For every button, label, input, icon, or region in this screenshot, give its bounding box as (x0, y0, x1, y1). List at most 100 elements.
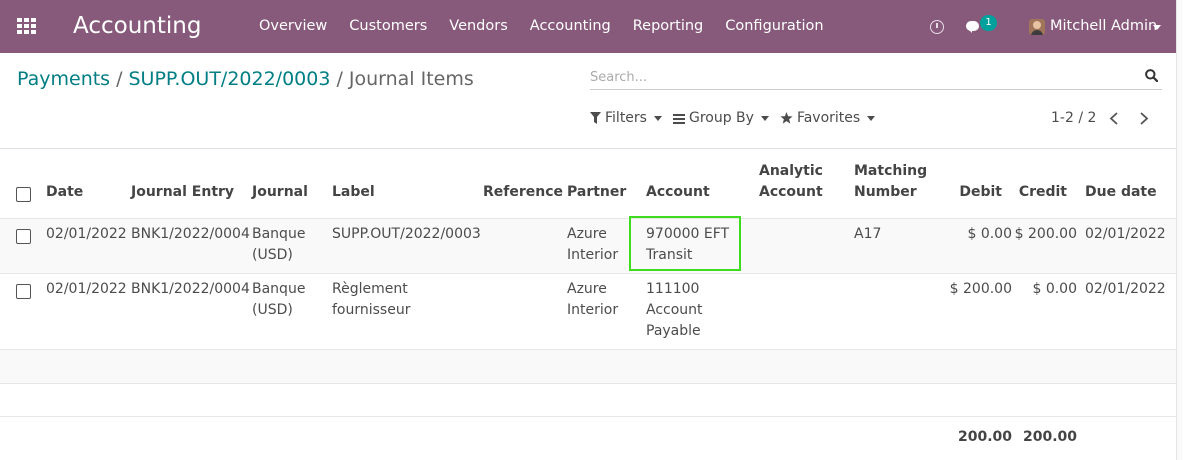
group-by-caret-icon (760, 115, 769, 121)
search-options: Filters Group By Favorites (590, 110, 886, 126)
cell-label-line1: SUPP.OUT/2022/0003 (332, 226, 481, 242)
search-input[interactable] (590, 67, 1130, 87)
cell-label: SUPP.OUT/2022/0003 (332, 224, 481, 245)
cell-account: 111100 Account Payable (646, 279, 703, 342)
cell-label-line2: fournisseur (332, 302, 411, 318)
search-bar (590, 63, 1162, 90)
cell-date: 02/01/2022 (46, 226, 127, 242)
column-matching-number[interactable]: Matching Number (854, 161, 927, 203)
cell-due-date: 02/01/2022 (1085, 226, 1166, 242)
column-debit[interactable]: Debit (940, 182, 1002, 203)
cell-account-line1: 111100 (646, 281, 700, 297)
pager-next-icon[interactable] (1138, 111, 1150, 126)
cell-due-date: 02/01/2022 (1085, 281, 1166, 297)
star-icon (780, 112, 793, 124)
cell-partner-line2: Interior (567, 302, 619, 318)
cell-partner-line2: Interior (567, 247, 619, 263)
favorites-caret-icon (867, 115, 876, 121)
cell-journal-line1: Banque (252, 281, 306, 297)
cell-journal-line2: (USD) (252, 302, 293, 318)
cell-partner-line1: Azure (567, 226, 607, 242)
column-matching-line2: Number (854, 184, 917, 200)
filters-button[interactable]: Filters (590, 110, 662, 126)
search-icon[interactable] (1145, 69, 1158, 82)
cell-journal-line1: Banque (252, 226, 306, 242)
table-header: Date Journal Entry Journal Label Referen… (0, 149, 1176, 219)
account-highlight-box (629, 216, 741, 271)
column-journal-entry[interactable]: Journal Entry (131, 182, 234, 203)
cell-journal-line2: (USD) (252, 247, 293, 263)
menu-reporting[interactable]: Reporting (633, 18, 704, 34)
row-checkbox[interactable] (16, 284, 31, 299)
chat-icon[interactable] (966, 21, 979, 33)
breadcrumb-separator: / (336, 68, 343, 90)
group-by-label: Group By (688, 110, 754, 126)
cell-credit: $ 0.00 (1032, 281, 1077, 297)
chat-badge: 1 (980, 15, 997, 31)
cell-label-line1: Règlement (332, 281, 408, 297)
breadcrumb-current: Journal Items (348, 68, 474, 90)
favorites-label: Favorites (796, 110, 861, 126)
filters-caret-icon (653, 115, 662, 121)
filters-label: Filters (605, 110, 647, 126)
empty-row (0, 350, 1176, 384)
column-analytic-line2: Account (759, 184, 823, 200)
cell-date: 02/01/2022 (46, 281, 127, 297)
user-menu[interactable]: Mitchell Admin (1050, 18, 1157, 34)
pager-previous-icon[interactable] (1108, 111, 1120, 126)
cell-account-line2: Account (646, 302, 703, 318)
menu-customers[interactable]: Customers (349, 18, 427, 34)
cell-partner: Azure Interior (567, 224, 618, 266)
pager-value[interactable]: 1-2 / 2 (1051, 110, 1096, 126)
cell-partner-line1: Azure (567, 281, 607, 297)
window-edge (1176, 0, 1183, 460)
cell-journal-entry: BNK1/2022/0004 (131, 281, 250, 297)
main-menu: Overview Customers Vendors Accounting Re… (259, 18, 846, 34)
row-checkbox[interactable] (16, 229, 31, 244)
menu-vendors[interactable]: Vendors (449, 18, 508, 34)
menu-accounting[interactable]: Accounting (530, 18, 611, 34)
cell-matching-number: A17 (854, 226, 882, 242)
top-navbar: Accounting Overview Customers Vendors Ac… (0, 0, 1176, 53)
filter-icon (590, 112, 601, 124)
select-all-checkbox[interactable] (16, 187, 31, 202)
table-row[interactable]: 02/01/2022 BNK1/2022/0004 Banque (USD) R… (0, 274, 1176, 350)
total-credit: 200.00 (1022, 429, 1077, 445)
total-debit: 200.00 (957, 429, 1012, 445)
column-account[interactable]: Account (646, 182, 710, 203)
breadcrumb: Payments / SUPP.OUT/2022/0003/Journal Item… (17, 68, 474, 90)
column-analytic-line1: Analytic (759, 163, 823, 179)
cell-journal: Banque (USD) (252, 279, 305, 321)
column-analytic-account[interactable]: Analytic Account (759, 161, 823, 203)
column-partner[interactable]: Partner (567, 182, 626, 203)
user-caret-icon[interactable] (1153, 25, 1161, 30)
cell-partner: Azure Interior (567, 279, 618, 321)
column-due-date[interactable]: Due date (1085, 182, 1157, 203)
empty-row (0, 384, 1176, 417)
cell-journal: Banque (USD) (252, 224, 305, 266)
group-by-icon (672, 113, 685, 124)
column-credit[interactable]: Credit (1010, 182, 1067, 203)
activity-clock-icon[interactable] (930, 20, 944, 34)
menu-overview[interactable]: Overview (259, 18, 327, 34)
column-matching-line1: Matching (854, 163, 928, 179)
menu-configuration[interactable]: Configuration (725, 18, 823, 34)
avatar[interactable] (1029, 19, 1045, 35)
cell-credit: $ 200.00 (1014, 226, 1077, 242)
cell-journal-entry: BNK1/2022/0004 (131, 226, 250, 242)
favorites-button[interactable]: Favorites (780, 110, 876, 126)
app-brand[interactable]: Accounting (73, 13, 201, 39)
breadcrumb-payments[interactable]: Payments (17, 68, 110, 90)
cell-debit: $ 200.00 (949, 281, 1012, 297)
group-by-button[interactable]: Group By (672, 110, 769, 126)
column-journal[interactable]: Journal (252, 182, 308, 203)
apps-menu-icon[interactable] (17, 18, 37, 35)
cell-label: Règlement fournisseur (332, 279, 410, 321)
column-date[interactable]: Date (46, 182, 83, 203)
breadcrumb-payment-record[interactable]: SUPP.OUT/2022/0003 (129, 68, 331, 90)
column-reference[interactable]: Reference (483, 182, 563, 203)
table-row[interactable]: 02/01/2022 BNK1/2022/0004 Banque (USD) S… (0, 219, 1176, 274)
cell-account-line3: Payable (646, 323, 701, 339)
column-label[interactable]: Label (332, 182, 375, 203)
cell-debit: $ 0.00 (967, 226, 1012, 242)
